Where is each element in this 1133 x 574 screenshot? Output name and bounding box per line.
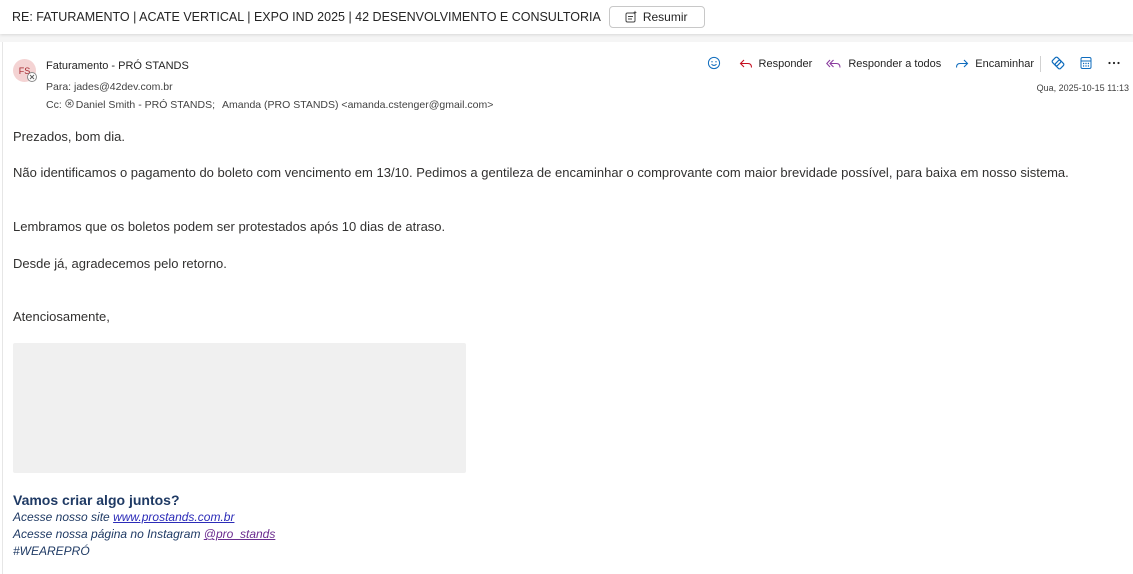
cc-label: Cc: — [46, 99, 62, 111]
to-line[interactable]: Para: jades@42dev.com.br — [46, 81, 173, 93]
message-actions: Responder Responder a todos Encaminhar — [697, 54, 1125, 74]
summarize-label: Resumir — [642, 10, 688, 24]
more-actions-button[interactable] — [1103, 54, 1125, 74]
subject-bar: RE: FATURAMENTO | ACATE VERTICAL | EXPO … — [0, 0, 1133, 34]
forward-icon — [955, 58, 969, 70]
website-link[interactable]: www.prostands.com.br — [113, 510, 234, 524]
reply-icon — [739, 58, 753, 70]
sparkle-note-icon — [624, 10, 638, 24]
message-date: Qua, 2025-10-15 11:13 — [1036, 83, 1129, 93]
cc-recipient[interactable]: Amanda (PRO STANDS) <amanda.cstenger@gma… — [222, 99, 493, 111]
presence-unknown-icon — [65, 99, 74, 111]
presence-unknown-icon — [27, 72, 37, 82]
cc-recipient[interactable]: Daniel Smith - PRÓ STANDS; — [76, 99, 215, 111]
forward-button[interactable]: Encaminhar — [955, 58, 1034, 70]
sender-name[interactable]: Faturamento - PRÓ STANDS — [46, 60, 189, 72]
closing: Atenciosamente, — [13, 309, 110, 324]
greeting: Prezados, bom dia. — [13, 129, 126, 144]
more-ellipsis-icon — [1107, 56, 1121, 73]
loop-button[interactable] — [1047, 54, 1069, 74]
reply-all-icon — [826, 58, 842, 70]
body-paragraph: Não identificamos o pagamento do boleto … — [13, 165, 1069, 180]
signature-title: Vamos criar algo juntos? — [13, 492, 180, 508]
message-card: FS Faturamento - PRÓ STANDS Para: jades@… — [2, 42, 1133, 574]
signature-image — [13, 343, 466, 473]
apps-grid-icon — [1079, 56, 1093, 73]
pane-gap — [0, 34, 1133, 42]
loop-component-icon — [1050, 55, 1066, 74]
reply-all-button[interactable]: Responder a todos — [826, 58, 941, 70]
reply-button[interactable]: Responder — [739, 58, 813, 70]
cc-line: Cc: Daniel Smith - PRÓ STANDS; Amanda (P… — [46, 99, 493, 111]
action-separator — [1040, 56, 1041, 72]
email-subject: RE: FATURAMENTO | ACATE VERTICAL | EXPO … — [12, 10, 601, 24]
signature-instagram-line: Acesse nossa página no Instagram @pro_st… — [13, 526, 275, 543]
signature-site-line: Acesse nosso site www.prostands.com.br — [13, 509, 275, 526]
apps-button[interactable] — [1075, 54, 1097, 74]
signature-hashtag: #WEAREPRÓ — [13, 544, 90, 558]
body-paragraph: Desde já, agradecemos pelo retorno. — [13, 256, 227, 271]
body-paragraph: Lembramos que os boletos podem ser prote… — [13, 219, 446, 234]
site-prefix: Acesse nosso site — [13, 510, 114, 524]
instagram-link[interactable]: @pro_stands — [204, 527, 276, 541]
reply-label: Responder — [758, 58, 813, 70]
emoji-reaction-button[interactable] — [703, 54, 725, 74]
signature: Vamos criar algo juntos? Acesse nosso si… — [13, 492, 275, 560]
smiley-icon — [707, 56, 721, 73]
instagram-prefix: Acesse nossa página no Instagram — [13, 527, 204, 541]
reply-all-label: Responder a todos — [848, 58, 942, 70]
summarize-button[interactable]: Resumir — [608, 6, 705, 28]
forward-label: Encaminhar — [975, 58, 1034, 70]
